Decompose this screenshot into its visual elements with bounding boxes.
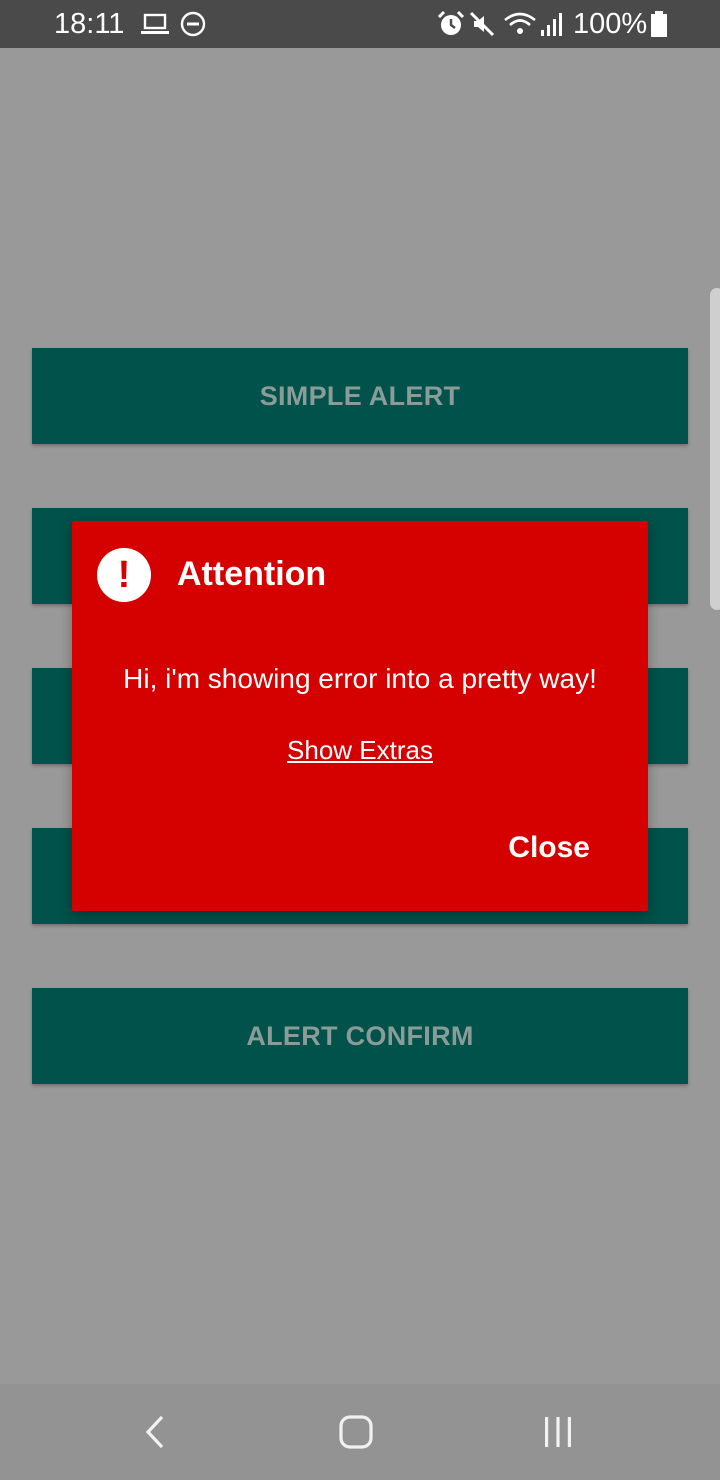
show-extras-link[interactable]: Show Extras	[72, 735, 648, 766]
mute-icon	[469, 11, 495, 37]
recents-icon[interactable]	[540, 1414, 576, 1450]
dialog-message: Hi, i'm showing error into a pretty way!	[123, 663, 597, 694]
signal-icon	[541, 13, 562, 36]
exclamation-icon: !	[97, 548, 151, 602]
simple-alert-button[interactable]: SIMPLE ALERT	[32, 348, 688, 444]
error-dialog: ! Attention Hi, i'm showing error into a…	[72, 521, 648, 911]
status-bar: 18:11 100%	[0, 0, 720, 48]
battery-icon	[651, 11, 667, 37]
home-icon[interactable]	[338, 1414, 374, 1450]
dnd-icon	[180, 11, 206, 37]
navigation-bar	[0, 1384, 720, 1480]
wifi-icon	[504, 12, 536, 34]
battery-percent: 100%	[573, 8, 648, 40]
status-time: 18:11	[54, 8, 125, 40]
alert-confirm-button[interactable]: ALERT CONFIRM	[32, 988, 688, 1084]
laptop-icon	[141, 13, 169, 34]
alarm-icon	[437, 10, 465, 35]
back-icon[interactable]	[140, 1414, 170, 1450]
dialog-title: Attention	[177, 555, 327, 593]
close-button[interactable]: Close	[508, 831, 590, 865]
edge-panel-handle[interactable]	[710, 288, 720, 610]
